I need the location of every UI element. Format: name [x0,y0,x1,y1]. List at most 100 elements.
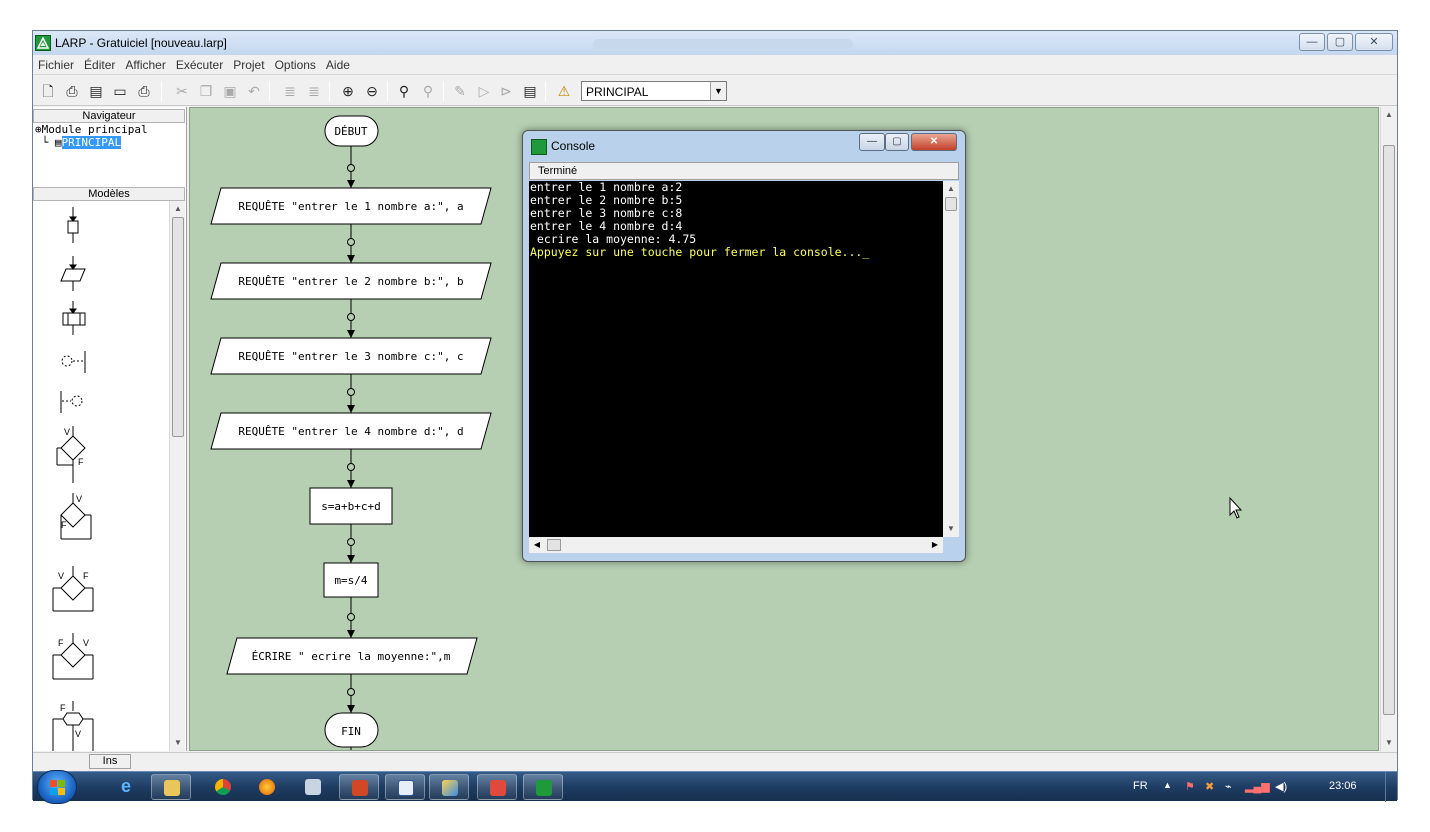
model-connector-out-icon[interactable] [61,351,86,373]
clock[interactable]: 23:06 [1329,780,1357,792]
scroll-left-icon[interactable]: ◀ [529,537,545,553]
toolbar-separator [387,81,388,101]
network-icon[interactable]: ▂▄▆ [1245,780,1270,793]
console-minimize-button[interactable]: — [859,133,885,151]
menu-projet[interactable]: Projet [228,55,269,72]
step-icon[interactable]: ⊳ [497,83,515,99]
chrome-icon[interactable] [203,774,243,800]
find-icon[interactable]: ⚲ [395,83,413,99]
zoom-in-icon[interactable]: ⊕ [339,83,357,99]
models-header: Modèles [33,187,185,201]
power-icon[interactable]: ⌁ [1225,780,1232,793]
print-preview-icon[interactable]: ⎙ [63,83,81,99]
svg-text:F: F [83,571,89,581]
model-instruction-icon[interactable] [67,207,79,243]
print-icon[interactable]: ⎙ [135,83,153,99]
internet-explorer-icon[interactable]: e [111,774,151,800]
security-icon[interactable]: ✖ [1205,780,1214,793]
volume-icon[interactable]: ◀) [1275,780,1287,793]
new-icon[interactable]: 🗋 [39,83,57,99]
scroll-up-icon[interactable]: ▲ [943,181,959,197]
menu-options[interactable]: Options [270,55,321,72]
svg-text:V: V [64,427,70,437]
cut-icon[interactable]: ✂ [173,83,191,99]
console-close-button[interactable]: ✕ [911,133,957,151]
console-title: Console [551,139,596,153]
acrobat-icon[interactable] [477,774,517,800]
console-hscroll-thumb[interactable] [547,539,561,551]
explorer-icon[interactable] [151,774,191,800]
scroll-down-icon[interactable]: ▼ [1381,735,1397,751]
scroll-up-icon[interactable]: ▲ [1381,107,1397,123]
model-module-icon[interactable] [62,301,86,335]
model-connector-in-icon[interactable] [60,391,83,413]
menu-executer[interactable]: Exécuter [171,55,228,72]
tree-item-module-label: Module principal [41,123,148,136]
tree-item-principal[interactable]: └ ▤PRINCIPAL [35,136,148,149]
show-hidden-icons-icon[interactable]: ▲ [1163,780,1172,790]
minimize-button[interactable]: — [1299,33,1325,51]
scroll-down-icon[interactable]: ▼ [170,735,186,751]
console-vscroll[interactable]: ▲ ▼ [943,181,959,537]
warning-icon[interactable]: ⚠ [555,83,573,99]
tree-item-module[interactable]: ⊕Module principal [35,123,148,136]
larp-icon[interactable] [523,774,563,800]
zoom-out-icon[interactable]: ⊖ [363,83,381,99]
scroll-right-icon[interactable]: ▶ [927,537,943,553]
menu-fichier[interactable]: Fichier [33,55,79,72]
open-folder-icon[interactable]: ▭ [111,83,129,99]
word-icon[interactable] [385,774,425,800]
models-scroll-thumb[interactable] [172,217,184,437]
copy-icon[interactable]: ❐ [197,83,215,99]
compile-icon[interactable]: ✎ [451,83,469,99]
models-palette: V F V F V F F V F V [33,201,169,751]
left-panel: Navigateur ⊕Module principal └ ▤PRINCIPA… [33,107,187,751]
run-icon[interactable]: ▷ [475,83,493,99]
replace-icon[interactable]: ⚲ [419,83,437,99]
svg-text:F: F [58,638,64,648]
outdent-icon[interactable]: ≣ [305,83,323,99]
flow-step-2-label: REQUÊTE "entrer le 2 nombre b:", b [238,275,463,288]
powerpoint-icon[interactable] [339,774,379,800]
menu-afficher[interactable]: Afficher [120,55,170,72]
paint-icon[interactable] [429,774,469,800]
close-button[interactable]: ✕ [1355,33,1393,51]
flow-step-4-label: REQUÊTE "entrer le 4 nombre d:", d [238,425,463,438]
undo-icon[interactable]: ↶ [245,83,263,99]
console-maximize-button[interactable]: ▢ [885,133,909,151]
svg-text:V: V [76,494,82,504]
chevron-down-icon[interactable]: ▼ [710,82,726,100]
toolbar-separator [161,81,162,101]
mouse-cursor-icon [1229,496,1243,519]
toolbar-separator [329,81,330,101]
maximize-button[interactable]: ▢ [1327,33,1353,51]
menu-editer[interactable]: Éditer [79,55,120,72]
menu-aide[interactable]: Aide [321,55,355,72]
model-if-icon[interactable] [56,426,86,483]
flag-icon[interactable]: ⚑ [1185,780,1195,793]
console-hscroll[interactable]: ◀ ▶ [529,537,943,553]
flow-end-label: FIN [341,725,361,738]
toolbar-separator [545,81,546,101]
indent-icon[interactable]: ≣ [281,83,299,99]
console-scroll-thumb[interactable] [945,197,957,211]
show-desktop-button[interactable] [1385,772,1397,802]
model-io-icon[interactable] [60,256,86,291]
flow-step-1-label: REQUÊTE "entrer le 1 nombre a:", a [238,200,463,213]
model-for-icon[interactable] [52,701,94,751]
firefox-icon[interactable] [247,774,287,800]
canvas-scroll-thumb[interactable] [1383,145,1395,715]
module-select[interactable]: PRINCIPAL ▼ [581,81,727,101]
language-indicator[interactable]: FR [1133,780,1148,792]
start-button[interactable] [37,770,77,804]
remote-icon[interactable] [293,774,333,800]
export-icon[interactable]: ▤ [87,83,105,99]
scroll-up-icon[interactable]: ▲ [170,201,186,217]
expand-icon[interactable]: ⊕ [35,123,42,136]
scroll-down-icon[interactable]: ▼ [943,521,959,537]
console-output[interactable]: entrer le 1 nombre a:2 entrer le 2 nombre… [529,181,943,537]
canvas-scrollbar[interactable]: ▲ ▼ [1380,107,1397,751]
console-icon[interactable]: ▤ [521,83,539,99]
models-scrollbar[interactable]: ▲ ▼ [169,201,185,751]
paste-icon[interactable]: ▣ [221,83,239,99]
